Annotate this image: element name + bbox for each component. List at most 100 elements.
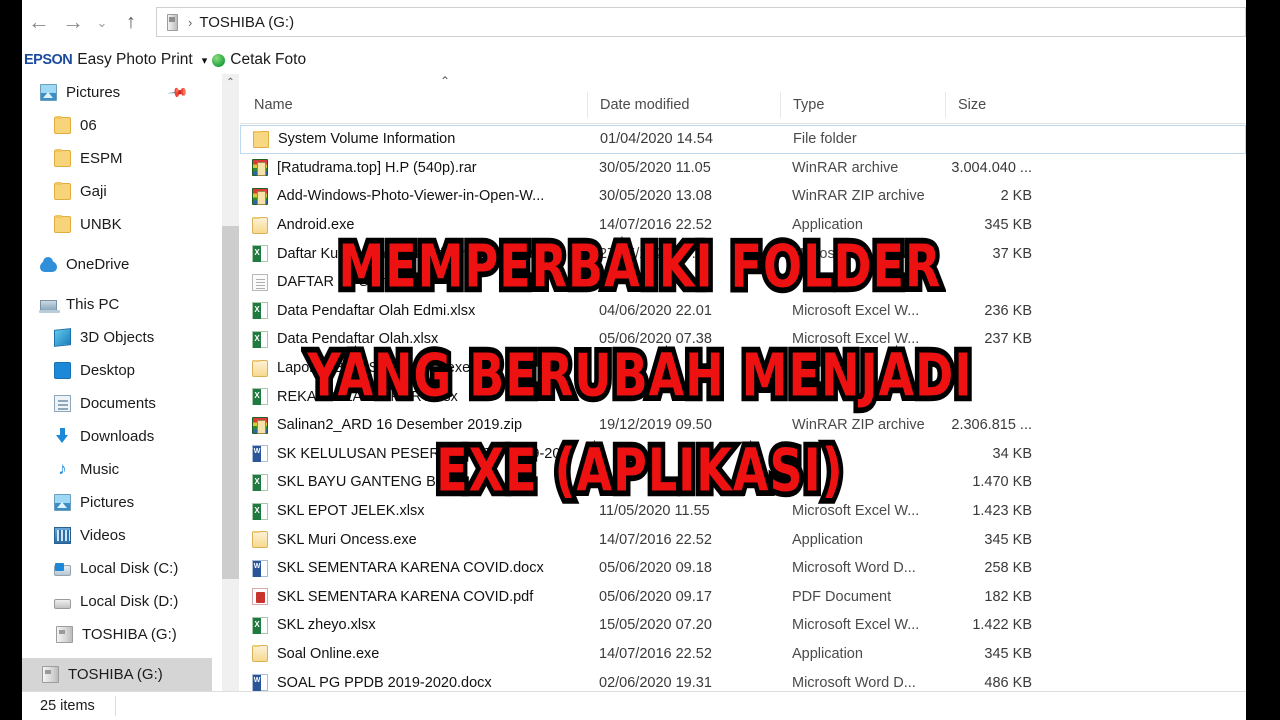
back-arrow-icon[interactable]: ←	[22, 5, 56, 39]
sidebar-item-videos[interactable]: Videos	[22, 519, 212, 552]
table-row[interactable]: [Ratudrama.top] H.P (540p).rar 30/05/2020…	[240, 154, 1246, 183]
excel-icon	[252, 473, 268, 491]
excel-icon	[252, 245, 268, 263]
sidebar-item-label: Desktop	[80, 362, 136, 379]
sidebar-item-unbk[interactable]: UNBK	[22, 208, 212, 241]
file-name-cell[interactable]: Salinan2_ARD 16 Desember 2019.zip	[240, 416, 587, 434]
table-row[interactable]: System Volume Information 01/04/2020 14.5…	[240, 125, 1246, 154]
column-header-size[interactable]: Size	[945, 91, 1050, 118]
file-date-cell: 14/07/2016 22.52	[599, 531, 712, 548]
table-row[interactable]: SKL BAYU GANTENG BARU.xlsx 1.470 KB	[240, 468, 1246, 497]
file-name-cell[interactable]: SKL BAYU GANTENG BARU.xlsx	[240, 473, 587, 491]
table-row[interactable]: Salinan2_ARD 16 Desember 2019.zip 19/12/2…	[240, 411, 1246, 440]
file-name-cell[interactable]: Soal Online.exe	[240, 645, 587, 663]
file-name-cell[interactable]: DAFTAR MTS.txt	[240, 273, 587, 291]
file-name-cell[interactable]: System Volume Information	[241, 130, 588, 148]
address-bar[interactable]: › TOSHIBA (G:)	[156, 7, 1246, 37]
table-row[interactable]: Android.exe 14/07/2016 22.52 Application 34…	[240, 211, 1246, 240]
recent-locations-chevron-down-icon[interactable]: ⌄	[90, 5, 114, 39]
table-row[interactable]: Laporan BOP Semester 1.exe	[240, 354, 1246, 383]
file-size-cell: 486 KB	[984, 674, 1032, 691]
sidebar-item-3d-objects[interactable]: 3D Objects	[22, 321, 212, 354]
file-name-cell[interactable]: SKL SEMENTARA KARENA COVID.pdf	[240, 588, 587, 606]
column-header-date-modified[interactable]: Date modified	[587, 91, 780, 118]
sidebar-item-espm[interactable]: ESPM	[22, 142, 212, 175]
sidebar-item-this-pc[interactable]: This PC	[22, 288, 212, 321]
sidebar-item-desktop[interactable]: Desktop	[22, 354, 212, 387]
epson-toolbar-label[interactable]: Easy Photo Print	[77, 51, 192, 69]
file-name-cell[interactable]: Laporan BOP Semester 1.exe	[240, 359, 587, 377]
file-name-cell[interactable]: SK KELULUSAN PESERTA UN TP 2019-20...	[240, 445, 587, 463]
file-name-cell[interactable]: Add-Windows-Photo-Viewer-in-Open-W...	[240, 187, 587, 205]
table-row[interactable]: Add-Windows-Photo-Viewer-in-Open-W... 30/…	[240, 182, 1246, 211]
sidebar-item-pictures[interactable]: Pictures	[22, 486, 212, 519]
forward-arrow-icon[interactable]: →	[56, 5, 90, 39]
file-name-label: Data Pendaftar Olah.xlsx	[277, 331, 439, 348]
file-size-cell: 345 KB	[984, 217, 1032, 234]
sidebar-item-gaji[interactable]: Gaji	[22, 175, 212, 208]
table-row[interactable]: Data Pendaftar Olah.xlsx 05/06/2020 07.38…	[240, 325, 1246, 354]
picture-icon	[54, 494, 71, 511]
file-size-cell: 237 KB	[984, 331, 1032, 348]
file-list-pane[interactable]: ⌃ Name Date modified Type Size System Vo…	[240, 74, 1246, 720]
table-row[interactable]: SKL SEMENTARA KARENA COVID.pdf 05/06/2020…	[240, 583, 1246, 612]
file-name-cell[interactable]: SKL zheyo.xlsx	[240, 616, 587, 634]
file-type-cell: Application	[792, 531, 863, 548]
file-type-cell: WinRAR archive	[792, 159, 899, 176]
table-row[interactable]: REKAP NILAI RAPORT.xlsx	[240, 382, 1246, 411]
sidebar-item-label: Videos	[80, 527, 126, 544]
sidebar-item-onedrive[interactable]: OneDrive	[22, 248, 212, 281]
sidebar-item-local-disk-c[interactable]: Local Disk (C:)	[22, 552, 212, 585]
file-name-label: REKAP NILAI RAPORT.xlsx	[277, 388, 458, 405]
winrar-icon	[252, 416, 268, 434]
file-name-cell[interactable]: Data Pendaftar Olah Edmi.xlsx	[240, 302, 587, 320]
file-name-cell[interactable]: REKAP NILAI RAPORT.xlsx	[240, 388, 587, 406]
file-size-cell: 3.004.040 ...	[951, 159, 1032, 176]
usb-drive-icon	[56, 626, 73, 643]
file-date-cell: 19/12/2019 09.50	[599, 417, 712, 434]
file-name-cell[interactable]: Daftar Kumpulan lulusan form 2 MA MTs	[240, 245, 587, 263]
navigation-pane-scrollbar[interactable]: ⌃ ⌄	[222, 74, 239, 714]
breadcrumb-path[interactable]: TOSHIBA (G:)	[199, 14, 294, 31]
folder-icon	[54, 116, 71, 134]
sidebar-item-06[interactable]: 06	[22, 109, 212, 142]
table-row[interactable]: DAFTAR MTS.txt	[240, 268, 1246, 297]
table-row[interactable]: Soal Online.exe 14/07/2016 22.52 Applicati…	[240, 640, 1246, 669]
sidebar-item-local-disk-d[interactable]: Local Disk (D:)	[22, 585, 212, 618]
file-type-cell: Microsoft Excel W...	[792, 503, 920, 520]
sidebar-item-documents[interactable]: Documents	[22, 387, 212, 420]
sidebar-item-toshiba-g-selected[interactable]: TOSHIBA (G:)	[22, 658, 212, 691]
table-row[interactable]: SKL zheyo.xlsx 15/05/2020 07.20 Microsoft …	[240, 611, 1246, 640]
file-name-cell[interactable]: SOAL PG PPDB 2019-2020.docx	[240, 674, 587, 692]
navigation-pane[interactable]: Pictures 📌 06 ESPM Gaji UNBK OneDrive Th…	[22, 76, 212, 691]
table-row[interactable]: SK KELULUSAN PESERTA UN TP 2019-20... 34 …	[240, 440, 1246, 469]
cetak-foto-button[interactable]: Cetak Foto	[230, 51, 306, 69]
sidebar-item-toshiba-g-child[interactable]: TOSHIBA (G:)	[22, 618, 212, 651]
file-date-cell: 05/06/2020 09.18	[599, 560, 712, 577]
sidebar-item-pictures-quick[interactable]: Pictures 📌	[22, 76, 212, 109]
file-rows-container[interactable]: System Volume Information 01/04/2020 14.5…	[240, 125, 1246, 697]
column-header-type[interactable]: Type	[780, 91, 945, 118]
table-row[interactable]: SKL EPOT JELEK.xlsx 11/05/2020 11.55 Micro…	[240, 497, 1246, 526]
scroll-up-chevron-icon[interactable]: ⌃	[222, 74, 239, 91]
file-name-cell[interactable]: Data Pendaftar Olah.xlsx	[240, 330, 587, 348]
file-name-cell[interactable]: SKL EPOT JELEK.xlsx	[240, 502, 587, 520]
table-row[interactable]: Data Pendaftar Olah Edmi.xlsx 04/06/2020 …	[240, 297, 1246, 326]
pin-icon[interactable]: 📌	[167, 81, 189, 104]
sidebar-item-downloads[interactable]: Downloads	[22, 420, 212, 453]
file-name-cell[interactable]: SKL Muri Oncess.exe	[240, 531, 587, 549]
up-arrow-icon[interactable]: ↑	[114, 5, 148, 39]
scrollbar-thumb[interactable]	[222, 226, 239, 579]
sidebar-item-music[interactable]: ♪ Music	[22, 453, 212, 486]
table-row[interactable]: SKL Muri Oncess.exe 14/07/2016 22.52 Appli…	[240, 525, 1246, 554]
file-name-cell[interactable]: [Ratudrama.top] H.P (540p).rar	[240, 159, 587, 177]
file-type-cell: File folder	[793, 131, 857, 148]
3d-objects-icon	[54, 328, 71, 347]
file-name-cell[interactable]: Android.exe	[240, 216, 587, 234]
table-row[interactable]: SKL SEMENTARA KARENA COVID.docx 05/06/202…	[240, 554, 1246, 583]
table-row[interactable]: Daftar Kumpulan lulusan form 2 MA MTs 27/…	[240, 239, 1246, 268]
file-name-cell[interactable]: SKL SEMENTARA KARENA COVID.docx	[240, 559, 587, 577]
column-header-name[interactable]: Name	[240, 92, 587, 118]
chevron-down-icon[interactable]: ▾	[202, 54, 208, 67]
